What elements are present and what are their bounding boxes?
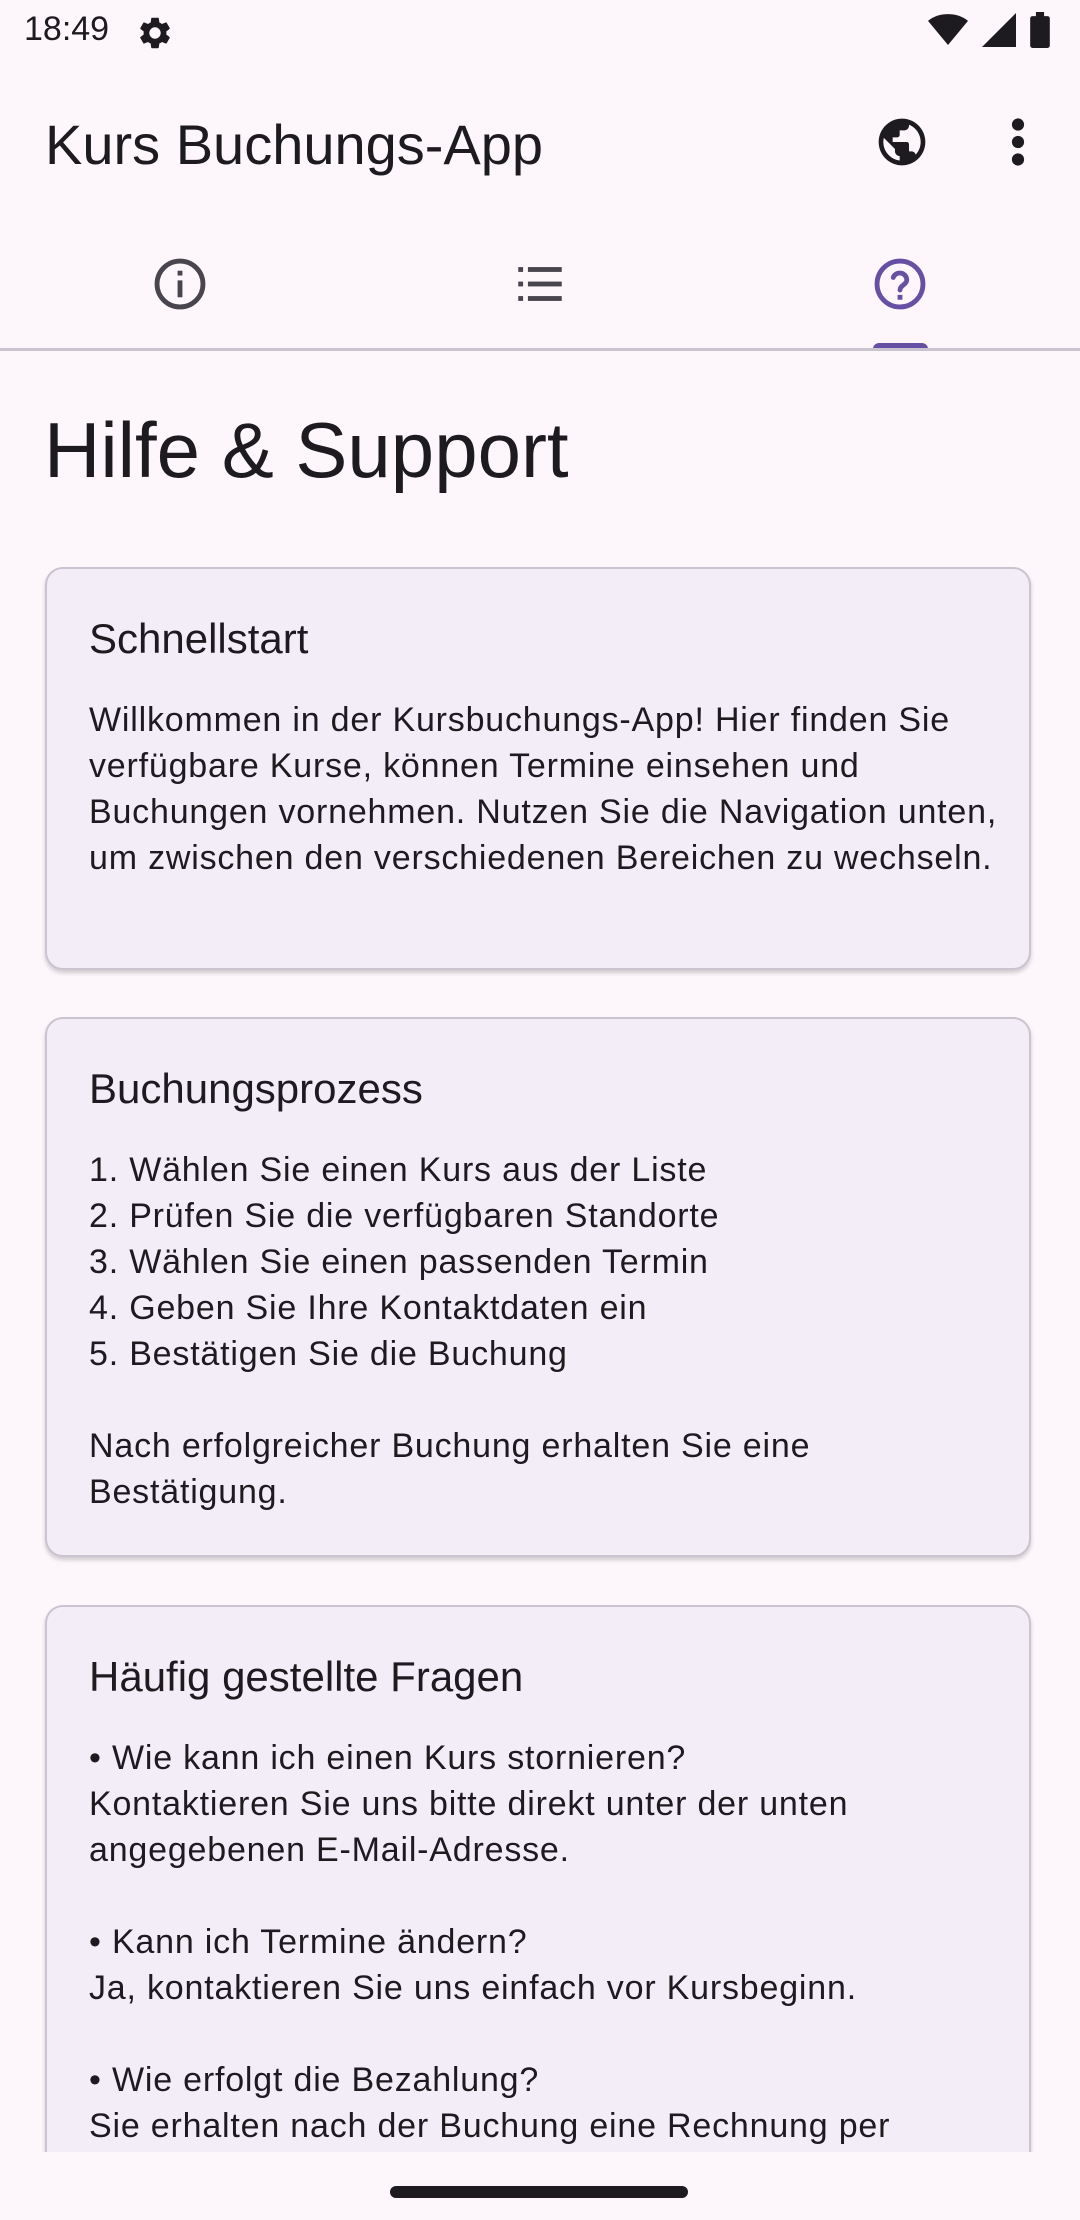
navigation-bar xyxy=(0,2152,1080,2220)
card-title: Häufig gestellte Fragen xyxy=(89,1653,524,1700)
card-title: Schnellstart xyxy=(89,615,309,662)
card-booking-process: Buchungsprozess 1. Wählen Sie einen Kurs… xyxy=(45,1017,1031,1557)
card-title: Buchungsprozess xyxy=(89,1065,423,1112)
page-title: Hilfe & Support xyxy=(44,406,569,494)
content-area[interactable]: Hilfe & Support Schnellstart Willkommen … xyxy=(0,0,1080,2152)
card-body: 1. Wählen Sie einen Kurs aus der Liste 2… xyxy=(89,1151,811,1511)
card-quickstart: Schnellstart Willkommen in der Kursbuchu… xyxy=(45,567,1031,970)
card-body: Willkommen in der Kursbuchungs-App! Hier… xyxy=(89,701,998,877)
card-faq: Häufig gestellte Fragen • Wie kann ich e… xyxy=(45,1605,1031,2152)
gesture-handle[interactable] xyxy=(390,2186,688,2198)
card-body: • Wie kann ich einen Kurs stornieren? Ko… xyxy=(89,1739,891,2145)
